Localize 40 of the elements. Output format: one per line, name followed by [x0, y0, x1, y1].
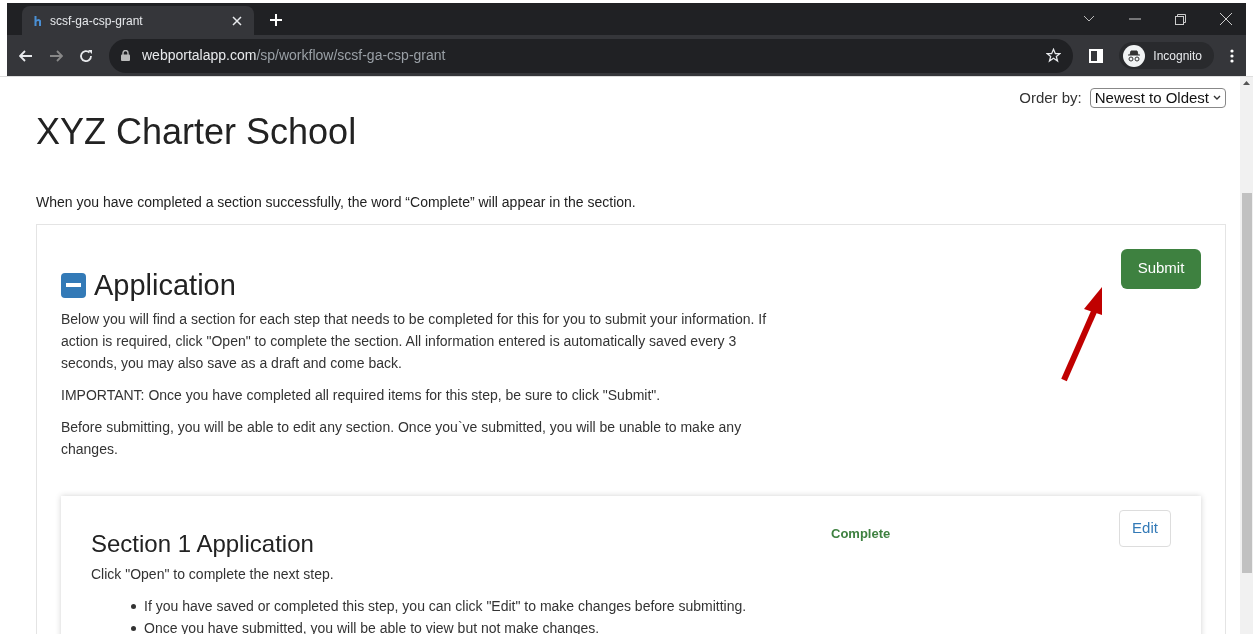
side-panel-icon[interactable]: [1089, 48, 1104, 63]
profile-chip[interactable]: Incognito: [1119, 42, 1214, 69]
bullet-icon: [131, 625, 136, 631]
order-by-label: Order by:: [1019, 88, 1082, 108]
address-bar[interactable]: webportalapp.com/sp/workflow/scsf-ga-csp-grant: [109, 38, 1074, 73]
new-tab-icon[interactable]: [270, 14, 282, 26]
url-text: webportalapp.com/sp/workflow/scsf-ga-csp-grant: [142, 46, 447, 65]
bullet-text: If you have saved or completed this step, you can click "Edit" to make changes before submitting.: [144, 596, 747, 616]
chevron-down-icon[interactable]: [1083, 15, 1095, 23]
forward-arrow-icon[interactable]: [49, 49, 63, 62]
order-by-dropdown[interactable]: Newest to Oldest: [1089, 88, 1226, 109]
star-icon[interactable]: [1046, 48, 1062, 63]
instruction-paragraph: IMPORTANT: Once you have completed all required items for this step, be sure to click "Submit".: [61, 385, 662, 405]
bullet-icon: [131, 603, 136, 609]
page-title: XYZ Charter School: [36, 113, 358, 150]
collapse-toggle-icon[interactable]: [61, 272, 86, 298]
status-label: Complete: [831, 524, 891, 543]
close-icon[interactable]: [232, 15, 242, 26]
incognito-icon: [1123, 44, 1146, 67]
back-arrow-icon[interactable]: [19, 49, 33, 62]
profile-label: Incognito: [1153, 47, 1202, 65]
section-text: Click "Open" to complete the next step.: [91, 564, 335, 584]
browser-tab[interactable]: scsf-ga-csp-grant: [22, 6, 254, 35]
restore-icon[interactable]: [1175, 13, 1186, 25]
instruction-paragraph: Before submitting, you will be able to edit any section. Once you`ve submitted, you will be unable to make any changes.: [61, 417, 743, 459]
site-favicon-icon: [34, 15, 42, 26]
scrollbar[interactable]: [1240, 77, 1253, 634]
intro-text: When you have completed a section successfully, the word “Complete” will appear in the section.: [36, 192, 637, 212]
lock-icon: [121, 50, 130, 61]
scroll-up-icon[interactable]: [1243, 81, 1250, 85]
chevron-down-icon: [1213, 95, 1221, 102]
menu-dots-icon[interactable]: [1230, 48, 1234, 63]
close-icon[interactable]: [1220, 13, 1232, 25]
instruction-paragraph: Below you will find a section for each step that needs to be completed for this for you to submit your information. If action is required, click "Open" to complete the section. All information entered is automatically saved every 3 seconds, you may also save as a draft and come back.: [61, 309, 768, 373]
section-title: Section 1 Application: [91, 528, 315, 559]
submit-button[interactable]: Submit: [1121, 248, 1201, 289]
tab-title: scsf-ga-csp-grant: [50, 12, 144, 30]
application-heading: Application: [94, 270, 236, 300]
edit-button[interactable]: Edit: [1119, 509, 1171, 547]
reload-icon[interactable]: [79, 48, 93, 63]
